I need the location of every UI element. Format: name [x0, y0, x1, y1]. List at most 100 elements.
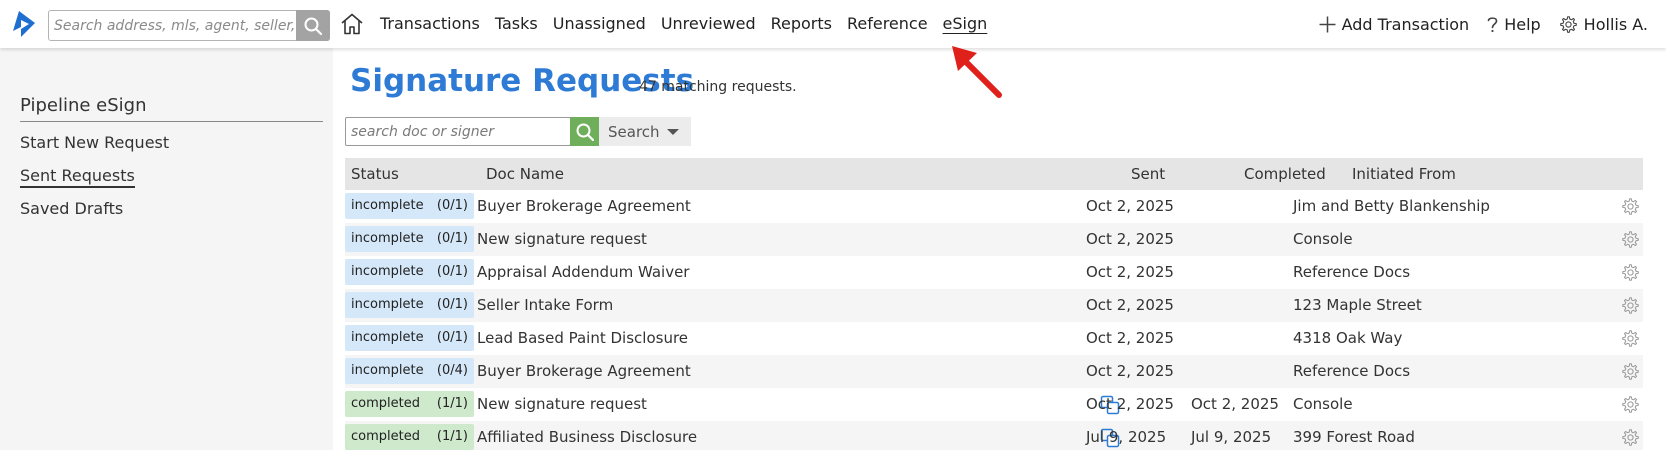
- sent-date-cell: Oct 2, 2025: [1086, 296, 1174, 314]
- plus-icon: [1319, 16, 1336, 33]
- initiated-from-cell[interactable]: Reference Docs: [1293, 355, 1410, 388]
- table-row[interactable]: incomplete (0/1) Appraisal Addendum Waiver…: [345, 256, 1643, 289]
- status-label: incomplete: [351, 231, 424, 246]
- search-icon: [304, 17, 323, 35]
- initiated-from-cell[interactable]: Jim and Betty Blankenship: [1293, 190, 1490, 223]
- sidebar-item-sent-requests[interactable]: Sent Requests: [20, 166, 135, 188]
- column-completed[interactable]: Completed: [1244, 158, 1326, 190]
- status-count: (0/1): [436, 264, 468, 279]
- nav-reports[interactable]: Reports: [771, 13, 832, 35]
- status-count: (0/1): [436, 198, 468, 213]
- help-button[interactable]: Help: [1487, 14, 1541, 34]
- initiated-from-cell[interactable]: Reference Docs: [1293, 256, 1410, 289]
- main-nav: Transactions Tasks Unassigned Unreviewed…: [380, 0, 1002, 48]
- initiated-from-cell[interactable]: 399 Forest Road: [1293, 421, 1415, 450]
- gear-icon[interactable]: [1621, 230, 1640, 249]
- sent-date-cell: Oct 2, 2025: [1086, 329, 1174, 347]
- user-nav: Add Transaction Help Hollis A.: [1301, 0, 1648, 48]
- user-menu[interactable]: Hollis A.: [1559, 15, 1648, 34]
- initiated-from-cell[interactable]: Console: [1293, 388, 1353, 421]
- status-count: (1/1): [436, 396, 468, 411]
- annotation-arrow: [952, 46, 1002, 98]
- global-search-input[interactable]: [49, 11, 297, 40]
- doc-name-cell[interactable]: Appraisal Addendum Waiver: [477, 256, 689, 289]
- nav-tasks[interactable]: Tasks: [495, 13, 538, 35]
- completed-date-cell: Oct 2, 2025: [1191, 395, 1279, 413]
- status-label: completed: [351, 396, 420, 411]
- initiated-from-cell[interactable]: 123 Maple Street: [1293, 289, 1422, 322]
- gear-icon[interactable]: [1621, 296, 1640, 315]
- nav-unassigned[interactable]: Unassigned: [553, 13, 646, 35]
- global-search: [48, 10, 330, 41]
- top-bar: Transactions Tasks Unassigned Unreviewed…: [0, 0, 1666, 48]
- table-row[interactable]: completed (1/1) Affiliated Business Disclo…: [345, 421, 1643, 450]
- sent-date-cell: Oct 2, 2025: [1086, 197, 1174, 215]
- status-badge: incomplete (0/1): [345, 325, 474, 351]
- status-label: completed: [351, 429, 420, 444]
- gear-icon[interactable]: [1621, 395, 1640, 414]
- status-badge: incomplete (0/1): [345, 259, 474, 285]
- nav-reference[interactable]: Reference: [847, 13, 928, 35]
- status-label: incomplete: [351, 297, 424, 312]
- status-badge: incomplete (0/1): [345, 292, 474, 318]
- doc-search-input[interactable]: [346, 118, 570, 145]
- doc-name-cell[interactable]: Affiliated Business Disclosure: [477, 421, 697, 450]
- doc-name-cell[interactable]: New signature request: [477, 223, 647, 256]
- home-icon[interactable]: [340, 12, 364, 36]
- add-transaction-label: Add Transaction: [1341, 14, 1470, 34]
- logo-icon[interactable]: [11, 9, 39, 39]
- sidebar: Pipeline eSign Start New Request Sent Re…: [0, 48, 333, 450]
- nav-unreviewed[interactable]: Unreviewed: [661, 13, 756, 35]
- completed-date-cell: Jul 9, 2025: [1191, 428, 1272, 446]
- status-count: (1/1): [436, 429, 468, 444]
- doc-name-cell[interactable]: Buyer Brokerage Agreement: [477, 355, 691, 388]
- doc-name-cell[interactable]: Buyer Brokerage Agreement: [477, 190, 691, 223]
- gear-icon[interactable]: [1621, 362, 1640, 381]
- column-initiated-from[interactable]: Initiated From: [1352, 158, 1456, 190]
- initiated-from-cell[interactable]: Console: [1293, 223, 1353, 256]
- search-icon: [576, 123, 594, 141]
- gear-icon[interactable]: [1621, 329, 1640, 348]
- gear-icon[interactable]: [1621, 263, 1640, 282]
- sent-date-cell: Oct 2, 2025: [1086, 263, 1174, 281]
- sent-date-cell: Oct 2, 2025: [1086, 395, 1174, 413]
- table-row[interactable]: incomplete (0/1) Buyer Brokerage Agreement…: [345, 190, 1643, 223]
- doc-search-field: [345, 117, 571, 146]
- sent-date-cell: Oct 2, 2025: [1086, 230, 1174, 248]
- nav-transactions[interactable]: Transactions: [380, 13, 480, 35]
- help-label: Help: [1504, 14, 1541, 34]
- main-content: Signature Requests 47 matching requests.…: [333, 48, 1666, 450]
- search-dropdown-button[interactable]: Search: [599, 117, 691, 146]
- status-badge: incomplete (0/1): [345, 193, 474, 219]
- doc-search-go-button[interactable]: [570, 117, 599, 146]
- table-row[interactable]: completed (1/1) New signature request Oct 2…: [345, 388, 1643, 421]
- sidebar-item-start-new-request[interactable]: Start New Request: [20, 133, 169, 152]
- gear-icon[interactable]: [1621, 197, 1640, 216]
- requests-table: Status Doc Name Sent Completed Initiated…: [345, 158, 1643, 450]
- table-body: incomplete (0/1) Buyer Brokerage Agreement…: [345, 190, 1643, 450]
- status-count: (0/1): [436, 231, 468, 246]
- gear-icon[interactable]: [1621, 428, 1640, 447]
- status-badge: incomplete (0/1): [345, 226, 474, 252]
- column-status[interactable]: Status: [351, 158, 399, 190]
- sidebar-item-saved-drafts[interactable]: Saved Drafts: [20, 199, 123, 218]
- table-row[interactable]: incomplete (0/4) Buyer Brokerage Agreement…: [345, 355, 1643, 388]
- table-row[interactable]: incomplete (0/1) Lead Based Paint Disclosu…: [345, 322, 1643, 355]
- table-row[interactable]: incomplete (0/1) Seller Intake Form Oct 2, …: [345, 289, 1643, 322]
- global-search-button[interactable]: [296, 10, 330, 41]
- sidebar-title: Pipeline eSign: [20, 95, 323, 122]
- column-sent[interactable]: Sent: [1131, 158, 1165, 190]
- column-doc-name[interactable]: Doc Name: [486, 158, 564, 190]
- match-count: 47 matching requests.: [639, 79, 797, 95]
- status-badge: incomplete (0/4): [345, 358, 474, 384]
- status-label: incomplete: [351, 330, 424, 345]
- nav-esign[interactable]: eSign: [943, 13, 988, 35]
- status-label: incomplete: [351, 363, 424, 378]
- doc-name-cell[interactable]: Seller Intake Form: [477, 289, 613, 322]
- add-transaction-button[interactable]: Add Transaction: [1319, 14, 1470, 34]
- settings-gear-icon: [1559, 15, 1578, 34]
- doc-name-cell[interactable]: Lead Based Paint Disclosure: [477, 322, 688, 355]
- doc-name-cell[interactable]: New signature request: [477, 388, 647, 421]
- table-row[interactable]: incomplete (0/1) New signature request Oct …: [345, 223, 1643, 256]
- initiated-from-cell[interactable]: 4318 Oak Way: [1293, 322, 1402, 355]
